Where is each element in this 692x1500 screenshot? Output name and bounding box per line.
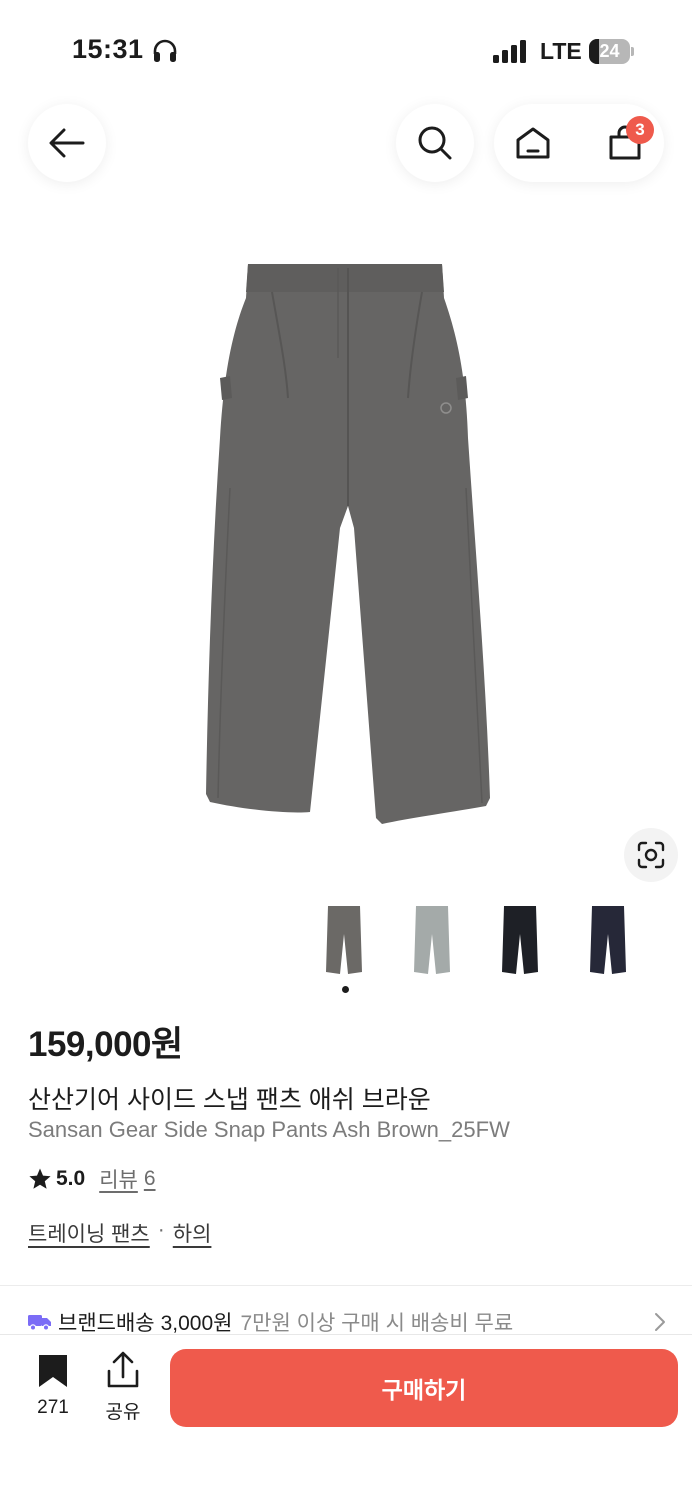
status-time: 15:31 xyxy=(72,34,144,64)
share-label: 공유 xyxy=(105,1402,141,1423)
battery-percent: 24 xyxy=(599,41,620,61)
category-separator: · xyxy=(157,1218,165,1241)
rating-value: 5.0 xyxy=(56,1167,86,1190)
product-image[interactable] xyxy=(200,258,496,832)
search-icon xyxy=(418,126,452,160)
headphone-icon xyxy=(153,39,177,62)
section-divider xyxy=(0,1285,692,1286)
share-icon xyxy=(107,1351,139,1388)
arrow-left-icon xyxy=(49,128,85,158)
bookmark-icon xyxy=(39,1355,67,1387)
thumbnail-black[interactable] xyxy=(476,898,564,982)
category-breadcrumb: 트레이닝 팬츠 · 하의 xyxy=(28,1218,211,1248)
network-label: LTE xyxy=(540,38,582,64)
product-price: 159,000원 xyxy=(28,1025,183,1064)
thumbnail-grey[interactable] xyxy=(388,898,476,982)
product-title-korean: 산산기어 사이드 스냅 팬츠 애쉬 브라운 xyxy=(28,1086,431,1114)
search-button[interactable] xyxy=(396,104,474,182)
signal-icon xyxy=(493,40,526,63)
cart-button[interactable] xyxy=(586,104,664,182)
thumb-pants-shape xyxy=(414,906,450,974)
cart-count-badge: 3 xyxy=(626,116,654,144)
status-bar: 15:31 LTE 24 xyxy=(0,0,692,100)
thumb-pants-shape xyxy=(326,906,362,974)
thumbnail-ash-brown[interactable] xyxy=(300,898,388,982)
visual-search-button[interactable] xyxy=(624,828,678,882)
thumb-pants-shape xyxy=(590,906,626,974)
bookmark-button[interactable]: 271 xyxy=(28,1351,78,1421)
product-title-english: Sansan Gear Side Snap Pants Ash Brown_25… xyxy=(28,1117,510,1142)
review-link[interactable]: 리뷰 xyxy=(99,1164,138,1194)
shipping-info-row[interactable]: 브랜드배송 3,000원 7만원 이상 구매 시 배송비 무료 xyxy=(28,1308,668,1336)
rating-row: 5.0 리뷰 6 xyxy=(28,1164,156,1194)
thumbnail-navy[interactable] xyxy=(564,898,652,982)
category-link-training-pants[interactable]: 트레이닝 팬츠 xyxy=(28,1218,150,1248)
visual-search-icon xyxy=(637,841,665,869)
selected-thumbnail-indicator xyxy=(342,986,349,993)
buy-button[interactable]: 구매하기 xyxy=(170,1349,678,1427)
thumb-pants-shape xyxy=(502,906,538,974)
star-icon xyxy=(29,1168,51,1189)
shipping-note: 7만원 이상 구매 시 배송비 무료 xyxy=(240,1312,514,1335)
home-icon xyxy=(516,127,550,159)
chevron-right-icon xyxy=(655,1313,665,1331)
bottom-action-bar: 271 공유 구매하기 xyxy=(0,1334,692,1500)
battery-indicator: 24 xyxy=(589,39,634,64)
review-count[interactable]: 6 xyxy=(144,1167,156,1191)
shipping-fee: 3,000원 xyxy=(160,1312,233,1335)
shipping-brand-label: 브랜드배송 xyxy=(58,1312,155,1335)
category-link-bottoms[interactable]: 하의 xyxy=(173,1218,212,1248)
back-button[interactable] xyxy=(28,104,106,182)
home-button[interactable] xyxy=(494,104,572,182)
truck-icon xyxy=(28,1315,51,1331)
share-button[interactable]: 공유 xyxy=(98,1351,148,1423)
bookmark-count: 271 xyxy=(37,1397,69,1418)
